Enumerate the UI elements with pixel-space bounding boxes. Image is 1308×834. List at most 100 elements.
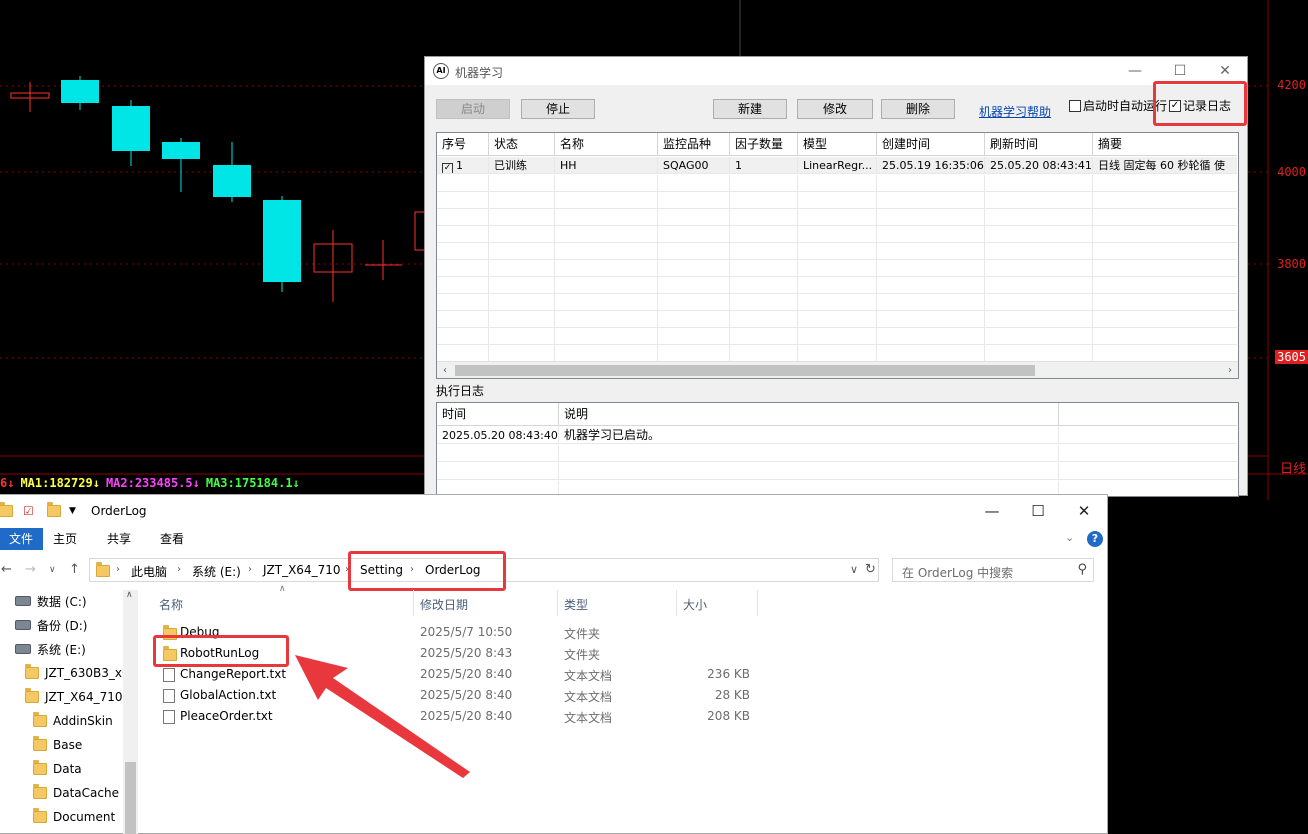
scrollbar-thumb[interactable] — [125, 762, 136, 834]
checkbox-box[interactable] — [1069, 99, 1081, 112]
new-button[interactable]: 新建 — [713, 99, 787, 119]
help-icon[interactable]: ? — [1087, 531, 1103, 547]
tab-share[interactable]: 共享 — [97, 528, 141, 550]
empty-cell — [1093, 192, 1238, 208]
refreshed-cell: 25.05.20 08:43:41 — [985, 157, 1093, 173]
column-header[interactable]: 序号 — [437, 133, 489, 155]
price-label: 3800 — [1277, 257, 1306, 271]
stop-button[interactable]: 停止 — [521, 99, 595, 119]
nav-item-folder[interactable]: JZT_X64_710 — [25, 686, 122, 708]
search-icon[interactable]: ⚲ — [1077, 562, 1087, 577]
column-header[interactable]: 摘要 — [1093, 133, 1238, 155]
nav-label: JZT_630B3_x6 — [45, 666, 130, 680]
file-row[interactable]: ChangeReport.txt 2025/5/20 8:40 文本文档 236… — [153, 664, 753, 685]
column-separator[interactable] — [676, 590, 677, 616]
chevron-right-icon[interactable]: › — [177, 564, 181, 575]
empty-cell — [985, 175, 1093, 191]
delete-button[interactable]: 删除 — [881, 99, 955, 119]
column-header[interactable]: 监控品种 — [658, 133, 730, 155]
explorer-titlebar[interactable]: ☑ ▼ OrderLog — ☐ ✕ — [0, 495, 1107, 527]
empty-cell — [555, 209, 658, 225]
new-folder-icon[interactable] — [47, 502, 61, 517]
empty-cell — [877, 294, 985, 310]
column-header[interactable]: 名称 — [555, 133, 658, 155]
column-header-size[interactable]: 大小 — [683, 596, 707, 613]
quick-access-dropdown-icon[interactable]: ▼ — [69, 506, 76, 516]
chevron-right-icon[interactable]: › — [248, 564, 252, 575]
file-row[interactable]: PleaceOrder.txt 2025/5/20 8:40 文本文档 208 … — [153, 706, 753, 727]
column-header[interactable]: 说明 — [559, 403, 1059, 425]
log-section-title: 执行日志 — [436, 384, 485, 398]
nav-label: JZT_X64_710 — [45, 690, 123, 704]
column-header[interactable]: 创建时间 — [877, 133, 985, 155]
column-header[interactable]: 状态 — [489, 133, 555, 155]
start-button[interactable]: 启动 — [436, 99, 510, 119]
column-header[interactable]: 时间 — [437, 403, 559, 425]
log-row[interactable]: 2025.05.20 08:43:40 机器学习已启动。 — [437, 427, 1237, 444]
empty-table-row — [437, 260, 1237, 277]
nav-item-folder[interactable]: DataCache — [33, 782, 119, 804]
forward-icon[interactable]: → — [25, 562, 36, 577]
breadcrumb-item[interactable]: 此电脑 — [131, 563, 167, 580]
column-separator[interactable] — [757, 590, 758, 616]
row-checkbox[interactable]: ✓ — [442, 163, 453, 173]
nav-scrollbar[interactable]: ∧ — [123, 590, 138, 834]
maximize-button[interactable]: ☐ — [1015, 501, 1061, 521]
minimize-button[interactable]: — — [1120, 61, 1150, 81]
minimize-button[interactable]: — — [969, 501, 1015, 521]
horizontal-scrollbar[interactable]: ‹ › — [437, 361, 1238, 378]
chevron-right-icon[interactable]: › — [116, 564, 120, 575]
nav-item-drive-c[interactable]: 数据 (C:) — [15, 590, 87, 612]
column-separator[interactable] — [557, 590, 558, 616]
back-icon[interactable]: ← — [1, 562, 12, 577]
empty-cell — [437, 328, 489, 344]
nav-item-folder[interactable]: JZT_630B3_x6 — [25, 662, 130, 684]
column-header[interactable]: 模型 — [798, 133, 877, 155]
empty-cell — [555, 226, 658, 242]
column-header-name[interactable]: 名称 — [159, 596, 183, 613]
refresh-icon[interactable]: ↻ — [865, 562, 876, 577]
nav-item-folder[interactable]: Document — [33, 806, 115, 828]
file-list: ∧ 名称 修改日期 类型 大小 Debug 2025/5/7 10:50 文件夹… — [139, 584, 1107, 834]
scrollbar-thumb[interactable] — [455, 365, 1035, 376]
column-header[interactable]: 刷新时间 — [985, 133, 1093, 155]
breadcrumb-item[interactable]: JZT_X64_710 — [263, 563, 340, 577]
column-header[interactable]: 因子数量 — [730, 133, 798, 155]
empty-cell — [730, 192, 798, 208]
tab-file[interactable]: 文件 — [0, 528, 44, 550]
ml-help-link[interactable]: 机器学习帮助 — [979, 103, 1051, 120]
address-dropdown-icon[interactable]: ∨ — [850, 563, 858, 576]
table-row[interactable]: ✓ 1 已训练 HH SQAG00 1 LinearRegr... 25.05.1… — [437, 157, 1237, 174]
recent-dropdown-icon[interactable]: ∨ — [49, 565, 56, 575]
file-row[interactable]: GlobalAction.txt 2025/5/20 8:40 文本文档 28 … — [153, 685, 753, 706]
nav-item-folder[interactable]: Base — [33, 734, 82, 756]
column-separator[interactable] — [413, 590, 414, 616]
empty-cell — [985, 260, 1093, 276]
empty-cell — [437, 175, 489, 191]
tab-view[interactable]: 查看 — [150, 528, 194, 550]
column-header-type[interactable]: 类型 — [564, 596, 588, 613]
close-button[interactable]: ✕ — [1061, 501, 1107, 521]
close-button[interactable]: ✕ — [1210, 61, 1240, 81]
column-header-date[interactable]: 修改日期 — [420, 596, 468, 613]
scroll-left-icon[interactable]: ‹ — [437, 362, 453, 378]
nav-item-folder[interactable]: AddinSkin — [33, 710, 113, 732]
ml-titlebar[interactable]: AI 机器学习 — ☐ ✕ — [425, 57, 1247, 85]
empty-cell — [489, 209, 555, 225]
status-cell: 已训练 — [489, 157, 555, 173]
nav-item-folder[interactable]: Data — [33, 758, 82, 780]
properties-icon[interactable]: ☑ — [23, 504, 34, 518]
scroll-up-icon[interactable]: ∧ — [126, 590, 133, 600]
breadcrumb-item[interactable]: 系统 (E:) — [192, 563, 241, 580]
edit-button[interactable]: 修改 — [797, 99, 873, 119]
search-input[interactable]: 在 OrderLog 中搜索 ⚲ — [892, 558, 1094, 582]
tab-home[interactable]: 主页 — [43, 528, 87, 550]
nav-item-drive-e[interactable]: 系统 (E:) — [15, 638, 86, 660]
ribbon-expand-icon[interactable]: ⌄ — [1065, 531, 1074, 544]
scroll-right-icon[interactable]: › — [1222, 362, 1238, 378]
maximize-button[interactable]: ☐ — [1165, 61, 1195, 81]
up-icon[interactable]: ↑ — [69, 562, 80, 577]
nav-item-drive-d[interactable]: 备份 (D:) — [15, 614, 87, 636]
address-bar[interactable]: › 此电脑 › 系统 (E:) › JZT_X64_710 › Setting … — [89, 551, 879, 591]
empty-cell — [489, 243, 555, 259]
